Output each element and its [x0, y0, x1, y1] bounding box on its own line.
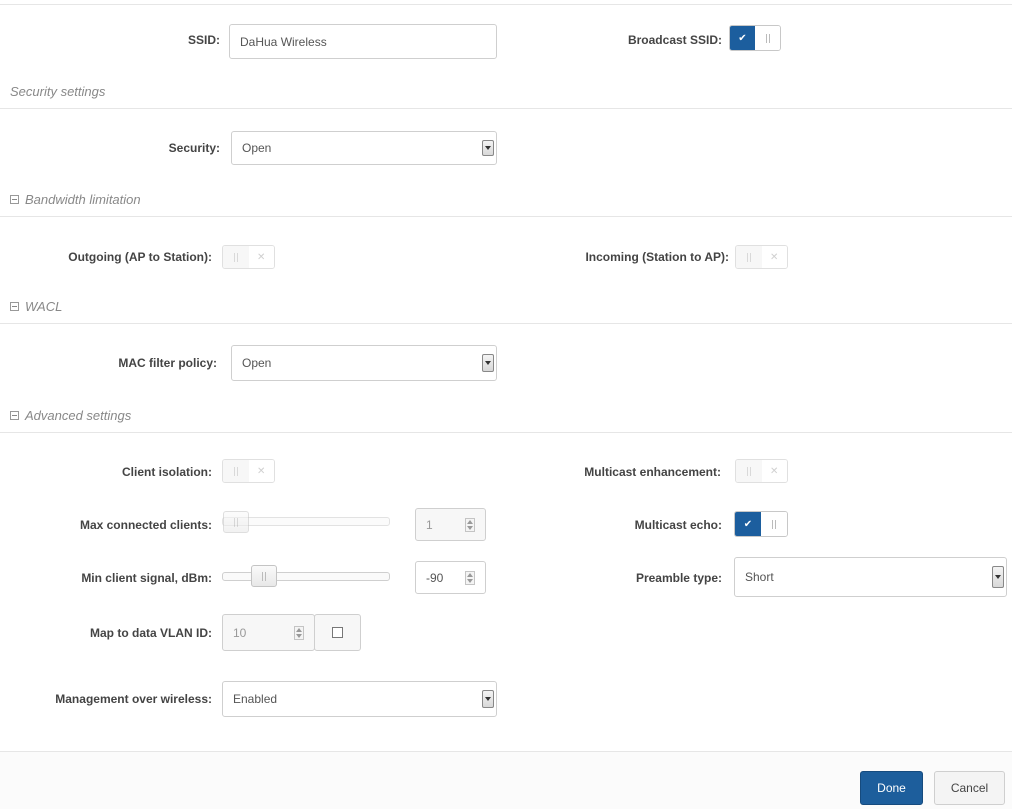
section-security-title: Security settings — [10, 84, 106, 99]
minus-square-icon — [10, 195, 19, 204]
section-wacl-title: WACL — [25, 299, 63, 314]
mac-filter-value: Open — [242, 356, 272, 370]
vlan-label: Map to data VLAN ID: — [90, 626, 212, 640]
min-signal-value: -90 — [426, 570, 444, 585]
min-signal-spinner[interactable]: -90 — [415, 561, 486, 594]
mgmt-select[interactable]: Enabled — [222, 681, 497, 717]
divider-advanced — [0, 432, 1012, 433]
chevron-down-icon — [992, 566, 1004, 588]
multicast-echo-switch[interactable]: ✔ — [734, 511, 788, 537]
multicast-enhancement-label: Multicast enhancement: — [584, 465, 721, 479]
x-icon: ✕ — [248, 460, 274, 482]
preamble-value: Short — [745, 570, 774, 584]
x-icon: ✕ — [248, 246, 274, 268]
chevron-down-icon — [482, 690, 494, 708]
preamble-label: Preamble type: — [635, 571, 722, 585]
max-clients-slider-thumb[interactable] — [223, 511, 249, 533]
spinner-arrows-icon[interactable] — [465, 517, 475, 532]
multicast-enhancement-switch[interactable]: ✕ — [735, 459, 788, 483]
done-button[interactable]: Done — [860, 771, 923, 805]
max-clients-spinner[interactable]: 1 — [415, 508, 486, 541]
divider-bandwidth — [0, 216, 1012, 217]
section-advanced-title: Advanced settings — [25, 408, 132, 423]
mgmt-value: Enabled — [233, 692, 278, 706]
max-clients-label: Max connected clients: — [79, 518, 212, 532]
vlan-checkbox[interactable] — [314, 614, 361, 651]
cancel-button[interactable]: Cancel — [934, 771, 1005, 805]
incoming-switch[interactable]: ✕ — [735, 245, 788, 269]
divider-wacl — [0, 323, 1012, 324]
min-signal-slider-track[interactable] — [222, 572, 390, 581]
client-isolation-label: Client isolation: — [122, 465, 212, 479]
spinner-arrows-icon[interactable] — [294, 625, 304, 640]
ssid-label: SSID: — [187, 33, 220, 47]
mac-filter-select[interactable]: Open — [231, 345, 497, 381]
mgmt-label: Management over wireless: — [55, 692, 212, 706]
section-bandwidth-title: Bandwidth limitation — [25, 192, 141, 207]
minus-square-icon — [10, 302, 19, 311]
chevron-down-icon — [482, 140, 494, 156]
ssid-input[interactable]: DaHua Wireless — [229, 24, 497, 59]
incoming-label: Incoming (Station to AP): — [585, 250, 729, 264]
minus-square-icon — [10, 411, 19, 420]
divider-footer — [0, 751, 1012, 752]
section-bandwidth[interactable]: Bandwidth limitation — [10, 192, 141, 207]
chevron-down-icon — [482, 354, 494, 372]
section-security: Security settings — [10, 84, 105, 99]
divider-security — [0, 108, 1012, 109]
section-advanced[interactable]: Advanced settings — [10, 408, 131, 423]
min-signal-label: Min client signal, dBm: — [81, 571, 212, 585]
broadcast-ssid-label: Broadcast SSID: — [627, 33, 722, 47]
spinner-arrows-icon[interactable] — [465, 570, 475, 585]
outgoing-label: Outgoing (AP to Station): — [68, 250, 212, 264]
x-icon: ✕ — [761, 460, 787, 482]
top-divider — [0, 4, 1012, 5]
broadcast-ssid-switch[interactable]: ✔ — [729, 25, 781, 51]
security-select-value: Open — [242, 141, 272, 155]
client-isolation-switch[interactable]: ✕ — [222, 459, 275, 483]
min-signal-slider-thumb[interactable] — [251, 565, 277, 587]
mac-filter-label: MAC filter policy: — [118, 356, 217, 370]
check-icon: ✔ — [735, 512, 761, 536]
checkbox-icon — [331, 626, 343, 638]
multicast-echo-label: Multicast echo: — [634, 518, 722, 532]
section-wacl[interactable]: WACL — [10, 299, 62, 314]
vlan-value: 10 — [233, 625, 247, 640]
check-icon: ✔ — [730, 26, 755, 50]
outgoing-switch[interactable]: ✕ — [222, 245, 275, 269]
preamble-select[interactable]: Short — [734, 557, 1007, 597]
ssid-value: DaHua Wireless — [240, 34, 327, 49]
vlan-spinner[interactable]: 10 — [222, 614, 315, 651]
security-select[interactable]: Open — [231, 131, 497, 165]
max-clients-value: 1 — [426, 517, 433, 532]
security-label: Security: — [168, 141, 220, 155]
x-icon: ✕ — [761, 246, 787, 268]
